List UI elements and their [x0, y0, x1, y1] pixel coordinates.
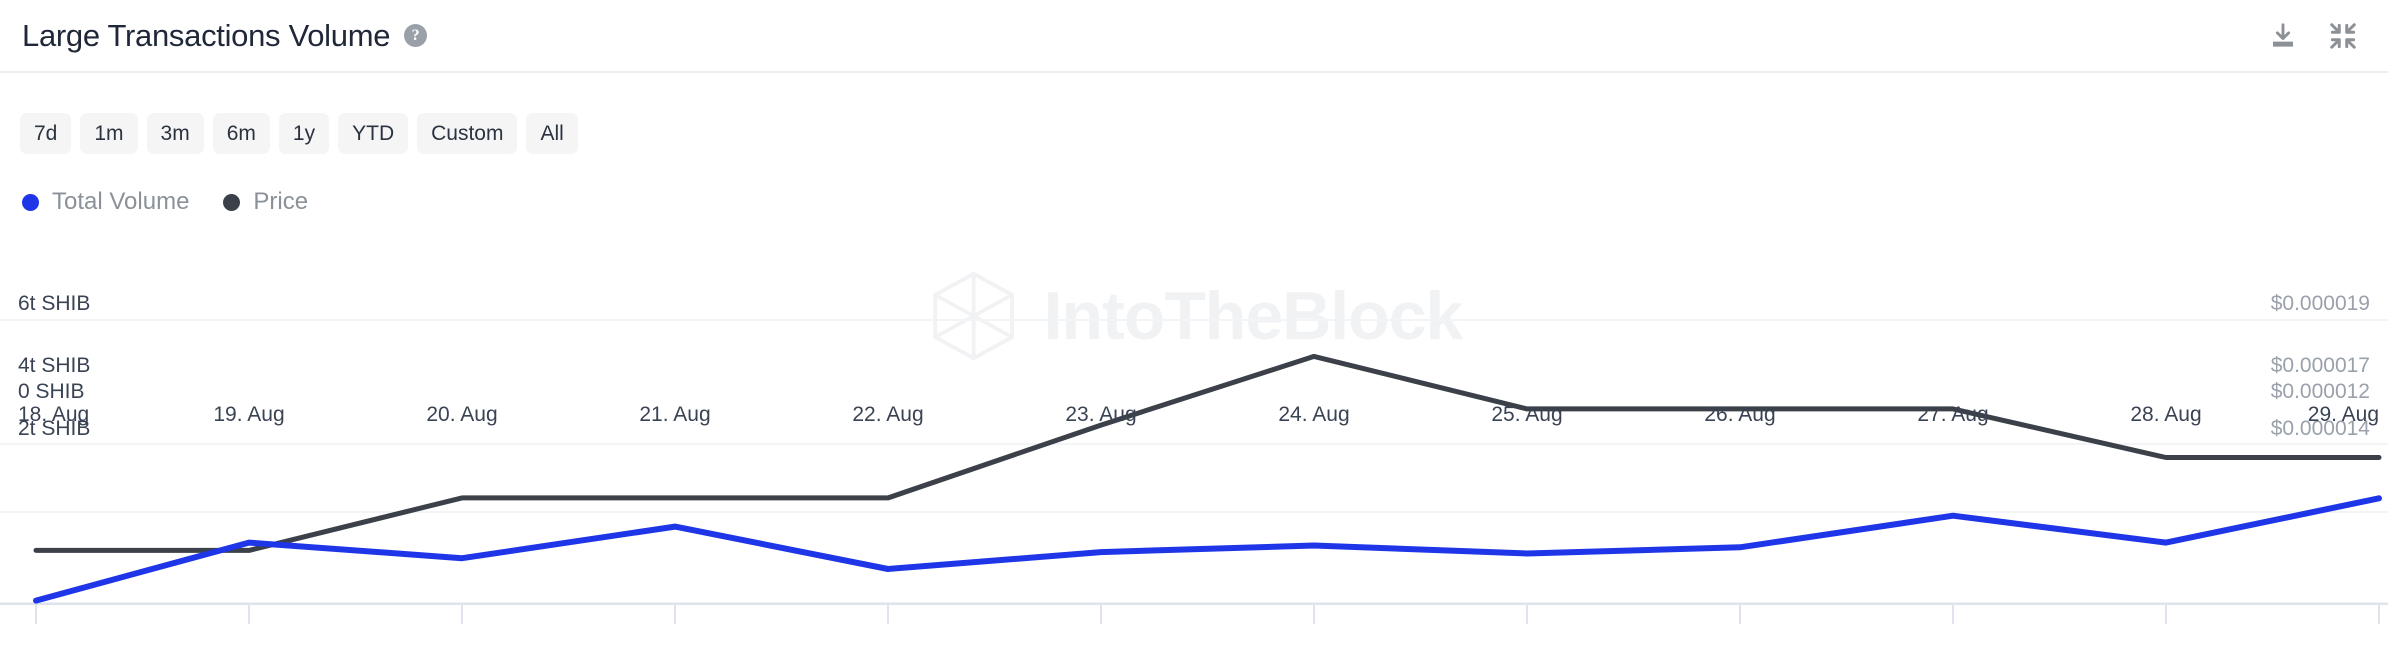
x-axis-label-7: 25. Aug — [1491, 403, 1562, 427]
y-axis-label-0: 0 SHIB — [18, 380, 85, 404]
y2-axis-label-12: $0.000012 — [2271, 380, 2370, 404]
x-axis-label-2: 20. Aug — [426, 403, 497, 427]
download-icon[interactable] — [2266, 19, 2300, 53]
x-axis-label-1: 19. Aug — [213, 403, 284, 427]
x-axis-label-4: 22. Aug — [852, 403, 923, 427]
legend-label-price: Price — [253, 188, 308, 216]
x-axis — [0, 604, 2388, 624]
range-button-7d[interactable]: 7d — [20, 113, 71, 154]
legend-dot-total-volume — [22, 194, 39, 211]
x-axis-label-6: 24. Aug — [1278, 403, 1349, 427]
x-axis-label-5: 23. Aug — [1065, 403, 1136, 427]
range-button-custom[interactable]: Custom — [417, 113, 517, 154]
x-axis-label-8: 26. Aug — [1704, 403, 1775, 427]
header-actions — [2266, 19, 2360, 53]
legend-label-total-volume: Total Volume — [52, 188, 189, 216]
legend-dot-price — [223, 194, 240, 211]
y-axis-label-6t: 6t SHIB — [18, 292, 90, 316]
y2-axis-label-19: $0.000019 — [2271, 292, 2370, 316]
y-axis-label-4t: 4t SHIB — [18, 354, 90, 378]
chart-header: Large Transactions Volume ? — [0, 0, 2388, 73]
time-range-selector: 7d 1m 3m 6m 1y YTD Custom All — [20, 113, 578, 154]
range-button-6m[interactable]: 6m — [213, 113, 270, 154]
x-axis-label-11: 29. Aug — [2308, 403, 2379, 427]
total-volume-series-line — [36, 498, 2379, 600]
help-circle-icon[interactable]: ? — [404, 24, 427, 47]
x-axis-label-3: 21. Aug — [639, 403, 710, 427]
price-series-line — [36, 356, 2379, 550]
range-button-ytd[interactable]: YTD — [338, 113, 408, 154]
y2-axis-label-17: $0.000017 — [2271, 354, 2370, 378]
x-axis-label-10: 28. Aug — [2130, 403, 2201, 427]
range-button-all[interactable]: All — [526, 113, 577, 154]
range-button-1y[interactable]: 1y — [279, 113, 329, 154]
chart-svg — [0, 232, 2388, 666]
legend-item-total-volume[interactable]: Total Volume — [22, 188, 189, 216]
page-title: Large Transactions Volume — [22, 18, 390, 54]
collapse-icon[interactable] — [2326, 19, 2360, 53]
range-button-1m[interactable]: 1m — [80, 113, 137, 154]
range-button-3m[interactable]: 3m — [147, 113, 204, 154]
x-axis-label-0: 18. Aug — [18, 403, 89, 427]
gridlines — [0, 320, 2388, 603]
legend-item-price[interactable]: Price — [223, 188, 308, 216]
x-axis-label-9: 27. Aug — [1917, 403, 1988, 427]
chart-plot-area[interactable]: IntoTheBlock 6t SHIB — [0, 232, 2388, 666]
chart-legend: Total Volume Price — [22, 188, 308, 216]
title-group: Large Transactions Volume ? — [22, 18, 427, 54]
